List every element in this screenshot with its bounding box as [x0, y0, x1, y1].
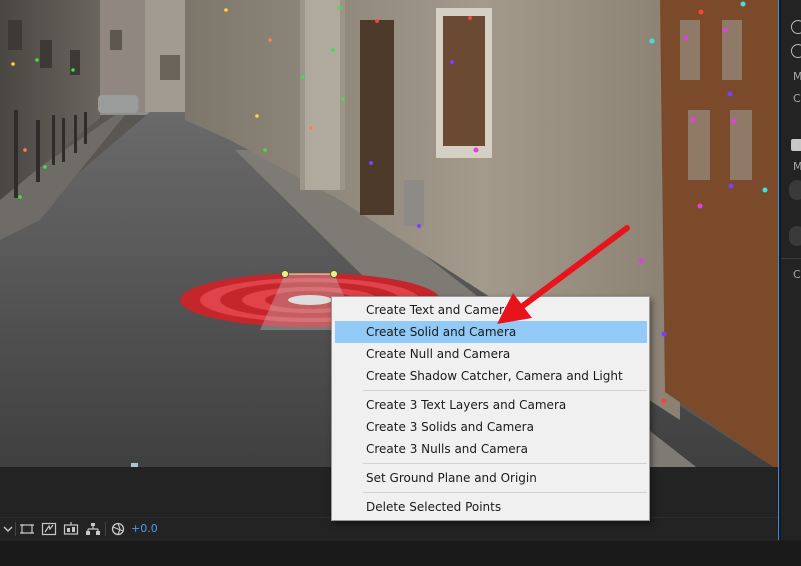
flowchart-icon[interactable]	[84, 521, 102, 537]
panel-label-c1: C	[793, 92, 801, 105]
menu-item-create-3-nulls[interactable]: Create 3 Nulls and Camera	[335, 438, 647, 460]
bottom-strip	[0, 541, 801, 566]
menu-item-create-shadow-catcher[interactable]: Create Shadow Catcher, Camera and Light	[335, 365, 647, 387]
panel-label-m2: M	[793, 160, 801, 173]
option-radio-2[interactable]	[791, 44, 801, 58]
menu-separator	[363, 492, 647, 493]
transparency-grid-icon[interactable]	[40, 521, 58, 537]
context-menu: Create Text and Camera Create Solid and …	[331, 296, 650, 521]
exposure-value[interactable]: +0.0	[131, 522, 158, 535]
panel-knob-1[interactable]	[789, 180, 801, 200]
menu-item-delete-selected-points[interactable]: Delete Selected Points	[335, 496, 647, 518]
menu-separator	[363, 390, 647, 391]
menu-item-create-3-solids[interactable]: Create 3 Solids and Camera	[335, 416, 647, 438]
exposure-icon[interactable]	[110, 521, 126, 537]
chevron-down-icon[interactable]	[2, 521, 14, 537]
option-radio-1[interactable]	[791, 20, 801, 34]
properties-panel: M C M C	[780, 0, 801, 540]
panel-label-m1: M	[793, 70, 801, 83]
menu-item-create-solid-and-camera[interactable]: Create Solid and Camera	[335, 321, 647, 343]
region-of-interest-icon[interactable]	[18, 521, 36, 537]
panel-label-c2: C	[793, 268, 801, 281]
menu-item-create-3-text-layers[interactable]: Create 3 Text Layers and Camera	[335, 394, 647, 416]
fast-preview-icon[interactable]	[62, 521, 80, 537]
panel-divider	[781, 258, 801, 259]
menu-separator	[363, 463, 647, 464]
panel-knob-2[interactable]	[789, 226, 801, 246]
menu-item-create-null-and-camera[interactable]: Create Null and Camera	[335, 343, 647, 365]
option-checkbox[interactable]	[791, 139, 801, 151]
menu-item-set-ground-plane[interactable]: Set Ground Plane and Origin	[335, 467, 647, 489]
menu-item-create-text-and-camera[interactable]: Create Text and Camera	[335, 299, 647, 321]
